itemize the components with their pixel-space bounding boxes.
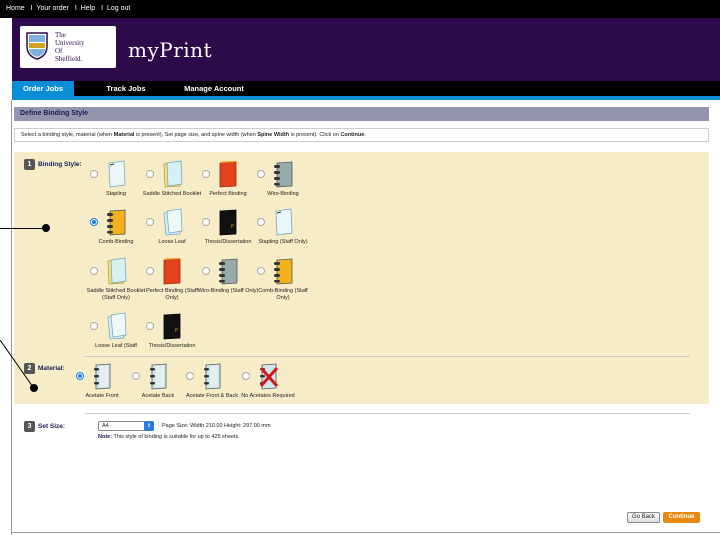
option-label: Loose Leaf (Staff: [95, 343, 137, 349]
radio-button[interactable]: [146, 322, 154, 330]
wiro-binding-icon: [274, 161, 293, 188]
university-logo[interactable]: The University Of Sheffield.: [20, 26, 116, 68]
step-binding-style: 1 Binding Style:: [24, 159, 82, 170]
comb-binding-icon: [274, 258, 293, 285]
perfect-binding-icon: [163, 258, 182, 285]
option-label: Saddle Stitched Booklet (Staff Only): [86, 288, 146, 301]
binding-note: Note: This style of binding is suitable …: [98, 434, 240, 440]
main-nav: Order Jobs Track Jobs Manage Account: [12, 81, 720, 96]
radio-button[interactable]: [202, 218, 210, 226]
thesis-icon: P: [219, 209, 237, 236]
acetate-back-icon: [150, 363, 167, 390]
annotation-dot: [42, 224, 50, 232]
option-label: Perfect Binding (Staff Only): [146, 288, 198, 301]
size-select[interactable]: A4 ⇕: [98, 421, 154, 431]
top-bar: Home I Your order I Help I Log out: [0, 0, 720, 18]
section-title: Define Binding Style: [14, 107, 709, 121]
perfect-binding-icon: [219, 161, 238, 188]
radio-button[interactable]: [146, 267, 154, 275]
divider: [85, 413, 690, 414]
option-label: Wiro-Binding: [267, 191, 299, 197]
separator: I: [74, 5, 77, 12]
wiro-binding-icon: [219, 258, 238, 285]
radio-button[interactable]: [90, 218, 98, 226]
go-back-button[interactable]: Go Back: [627, 512, 660, 523]
radio-button[interactable]: [146, 170, 154, 178]
loose-leaf-icon: [163, 208, 183, 236]
stapling-icon: [275, 208, 293, 236]
option-label: No Acetates Required: [241, 393, 295, 399]
acetate-both-icon: [204, 363, 221, 390]
radio-button[interactable]: [257, 267, 265, 275]
university-name: The University Of Sheffield.: [55, 31, 85, 63]
content-border: [11, 100, 12, 535]
tab-order-jobs[interactable]: Order Jobs: [12, 81, 74, 96]
header: The University Of Sheffield. myPrint: [12, 18, 720, 81]
radio-button[interactable]: [186, 372, 194, 380]
option-label: Acetate Front & Back: [186, 393, 238, 399]
option-label: Saddle Stitched Booklet: [142, 191, 202, 197]
page-size-text: Page Size: Width 210.00 Height: 297.00 m…: [162, 423, 271, 429]
radio-button[interactable]: [90, 322, 98, 330]
radio-button[interactable]: [90, 170, 98, 178]
continue-button[interactable]: Continue: [663, 512, 700, 523]
annotation-dot: [30, 384, 38, 392]
booklet-icon: [107, 257, 127, 285]
comb-binding-icon: [107, 209, 126, 236]
thesis-icon: P: [163, 313, 181, 340]
footer-border: [12, 532, 720, 533]
radio-button[interactable]: [90, 267, 98, 275]
option-label: Loose Leaf: [158, 239, 186, 245]
svg-text:P: P: [231, 224, 234, 230]
nav-underline: [12, 96, 720, 100]
loose-leaf-icon: [107, 312, 127, 340]
separator: I: [101, 5, 104, 12]
radio-button[interactable]: [257, 170, 265, 178]
radio-button[interactable]: [257, 218, 265, 226]
option-label: Acetate Front: [85, 393, 119, 399]
your-order-link[interactable]: Your order: [36, 5, 68, 12]
separator: I: [30, 5, 33, 12]
help-link[interactable]: Help: [81, 5, 95, 12]
option-label: Stapling (Staff Only): [258, 239, 308, 245]
no-acetate-icon: [259, 363, 279, 390]
top-links: Home I Your order I Help I Log out: [6, 5, 132, 12]
radio-button[interactable]: [202, 170, 210, 178]
select-arrow-icon: ⇕: [144, 421, 154, 431]
instructions: Select a binding style, material (when M…: [14, 128, 709, 142]
booklet-icon: [163, 160, 183, 188]
home-link[interactable]: Home: [6, 5, 25, 12]
radio-button[interactable]: [132, 372, 140, 380]
log-out-link[interactable]: Log out: [107, 5, 130, 12]
radio-button[interactable]: [146, 218, 154, 226]
step-set-size: 3 Set Size:: [24, 421, 65, 432]
crest-icon: [26, 32, 48, 60]
annotation-line: [0, 228, 46, 229]
stapling-icon: [108, 160, 126, 188]
radio-button[interactable]: [242, 372, 250, 380]
option-label: Stapling: [106, 191, 126, 197]
option-label: Comb-Binding: [98, 239, 134, 245]
tab-manage-account[interactable]: Manage Account: [172, 81, 256, 96]
svg-text:P: P: [175, 328, 178, 334]
option-label: Thesis/Dissertation: [148, 343, 196, 349]
tab-track-jobs[interactable]: Track Jobs: [96, 81, 156, 96]
option-label: Comb-Binding (Staff Only): [258, 288, 308, 301]
divider: [85, 356, 690, 357]
acetate-front-icon: [94, 363, 111, 390]
radio-button[interactable]: [202, 267, 210, 275]
app-title: myPrint: [128, 38, 213, 62]
radio-button[interactable]: [76, 372, 84, 380]
